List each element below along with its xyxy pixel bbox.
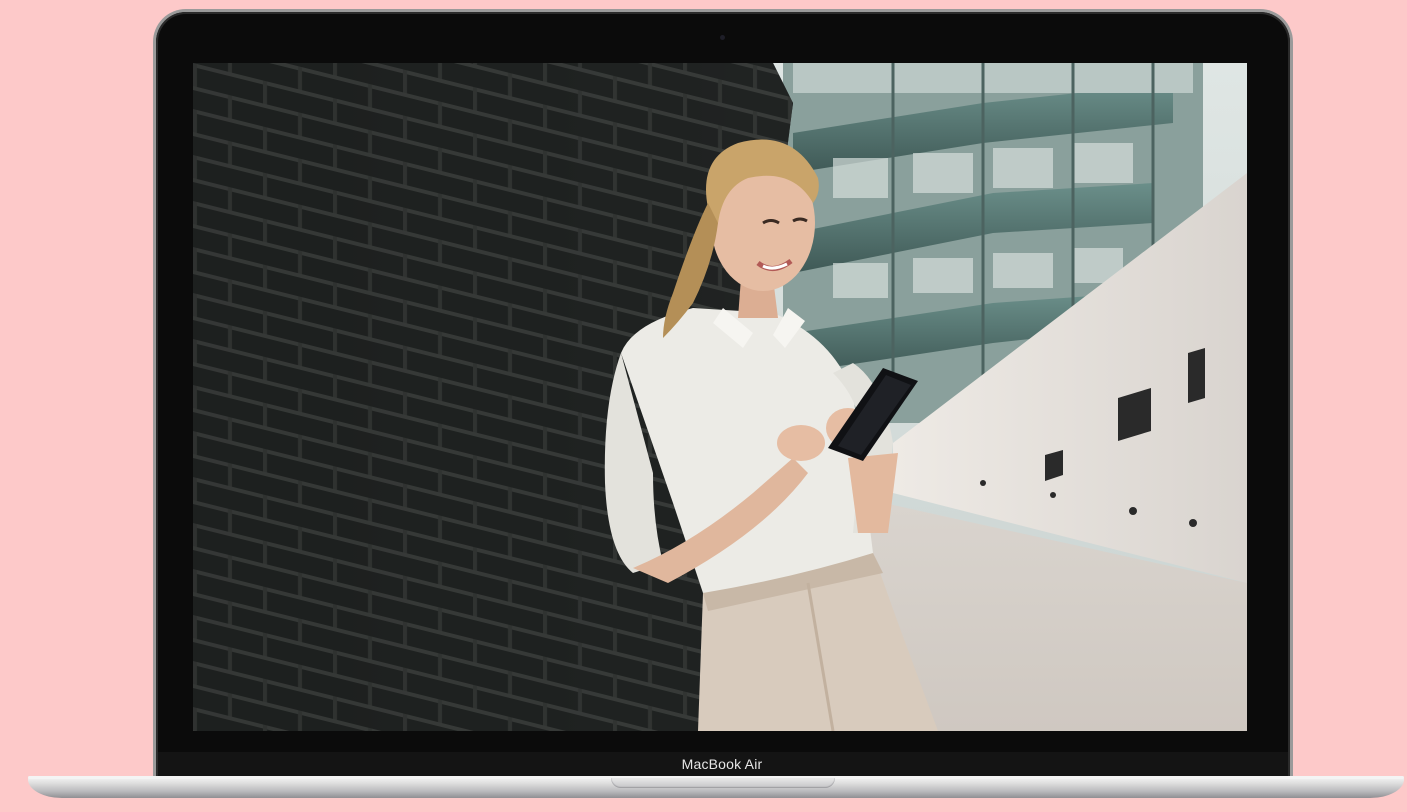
camera-icon: [720, 35, 725, 40]
photo-woman-with-phone: [193, 63, 1247, 731]
device-model-label: MacBook Air: [681, 756, 763, 772]
laptop-screen: [193, 63, 1247, 731]
product-mockup-stage: MacBook Air: [0, 0, 1407, 812]
laptop-opening-notch: [611, 778, 835, 788]
